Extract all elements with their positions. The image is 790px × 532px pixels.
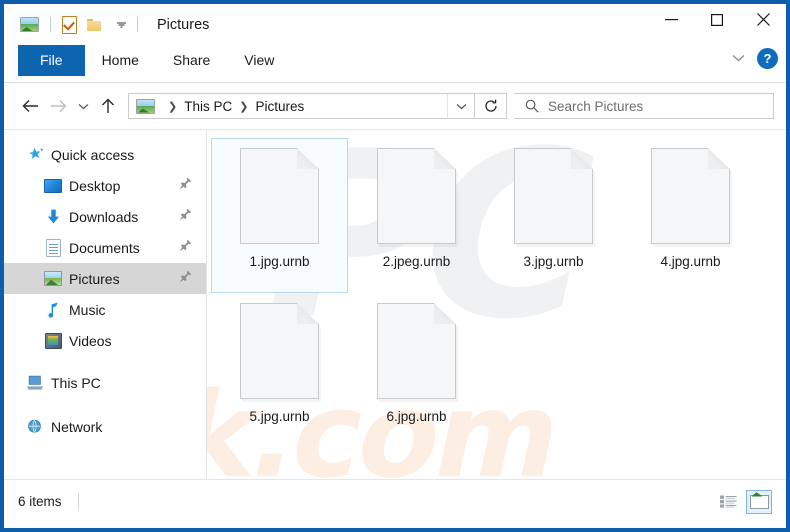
up-button[interactable]	[94, 92, 122, 120]
tab-share[interactable]: Share	[156, 45, 227, 76]
sidebar-item-desktop[interactable]: Desktop	[4, 170, 206, 201]
breadcrumb-this-pc[interactable]: This PC	[184, 99, 232, 114]
star-icon	[26, 146, 44, 164]
network-icon	[26, 418, 44, 436]
breadcrumb-separator-1[interactable]: ❯	[168, 100, 177, 113]
chevron-down-icon[interactable]	[114, 16, 128, 34]
sidebar-label-quick-access: Quick access	[51, 146, 135, 163]
view-mode-buttons	[715, 489, 772, 514]
details-view-button[interactable]	[715, 490, 741, 514]
thumbnail-icon	[749, 494, 769, 509]
search-icon	[525, 99, 539, 113]
pin-icon-documents[interactable]	[179, 239, 192, 257]
file-item[interactable]: 2.jpeg.urnb	[348, 138, 485, 293]
close-button[interactable]	[740, 4, 786, 35]
navigation-pane: Quick access Desktop Downloads Documents…	[4, 130, 207, 479]
toolbar-divider	[50, 17, 51, 32]
music-icon	[44, 301, 62, 319]
pin-icon-desktop[interactable]	[179, 177, 192, 195]
window-title: Pictures	[157, 16, 210, 33]
explorer-window: Pictures File Home Share View ? ❯ This P…	[4, 4, 786, 528]
sidebar-label-this-pc: This PC	[51, 374, 101, 391]
documents-icon	[44, 238, 62, 257]
sidebar-label-videos: Videos	[69, 332, 112, 349]
window-controls	[648, 4, 786, 35]
refresh-icon[interactable]	[475, 93, 507, 119]
address-bar[interactable]: ❯ This PC ❯ Pictures	[128, 93, 475, 119]
blank-document-icon	[240, 148, 321, 247]
maximize-button[interactable]	[694, 4, 740, 35]
file-name: 2.jpeg.urnb	[382, 254, 451, 269]
item-count: 6 items	[18, 494, 62, 509]
tab-home[interactable]: Home	[85, 45, 156, 76]
file-name: 5.jpg.urnb	[249, 409, 310, 424]
breadcrumb-separator-2[interactable]: ❯	[239, 100, 248, 113]
blank-document-icon	[240, 303, 321, 402]
videos-icon	[44, 332, 62, 350]
properties-checkmark-icon[interactable]	[58, 14, 80, 36]
file-item[interactable]: 5.jpg.urnb	[211, 293, 348, 448]
ribbon-actions: ?	[727, 47, 778, 69]
sidebar-label-pictures: Pictures	[69, 270, 120, 287]
sidebar-item-this-pc[interactable]: This PC	[4, 367, 206, 398]
collapse-ribbon-chevron-down-icon[interactable]	[727, 47, 749, 69]
search-input[interactable]: Search Pictures	[514, 93, 774, 119]
explorer-body: PC risk.com Quick access Desktop Downloa…	[4, 129, 786, 479]
file-name: 3.jpg.urnb	[523, 254, 584, 269]
file-name: 1.jpg.urnb	[249, 254, 310, 269]
sidebar-label-desktop: Desktop	[69, 177, 121, 194]
address-bar-row: ❯ This PC ❯ Pictures Search Pictures	[4, 83, 786, 129]
sidebar-item-videos[interactable]: Videos	[4, 325, 206, 356]
breadcrumb-pictures[interactable]: Pictures	[255, 99, 304, 114]
quick-access-toolbar	[4, 14, 145, 36]
recent-locations-chevron-down-icon[interactable]	[72, 92, 94, 120]
sidebar-item-music[interactable]: Music	[4, 294, 206, 325]
desktop-icon	[44, 177, 62, 195]
file-grid: 1.jpg.urnb 2.jpeg.urnb 3.jpg.urnb 4.jpg.…	[207, 136, 786, 448]
file-list-pane[interactable]: 1.jpg.urnb 2.jpeg.urnb 3.jpg.urnb 4.jpg.…	[207, 130, 786, 479]
sidebar-item-quick-access[interactable]: Quick access	[4, 139, 206, 170]
sidebar-label-documents: Documents	[69, 239, 140, 256]
blank-document-icon	[377, 148, 458, 247]
computer-icon	[26, 374, 44, 392]
ribbon-tab-bar: File Home Share View ?	[4, 45, 786, 82]
address-dropdown-chevron-down-icon[interactable]	[447, 94, 474, 118]
picture-tools-icon[interactable]	[18, 14, 40, 36]
help-button[interactable]: ?	[757, 47, 778, 69]
blank-document-icon	[377, 303, 458, 402]
sidebar-label-downloads: Downloads	[69, 208, 139, 225]
minimize-button[interactable]	[648, 4, 694, 35]
file-name: 4.jpg.urnb	[660, 254, 721, 269]
status-bar: 6 items	[4, 479, 786, 523]
breadcrumb-picture-icon	[136, 98, 155, 114]
toolbar-divider-2	[137, 17, 138, 32]
blank-document-icon	[651, 148, 732, 247]
file-item[interactable]: 1.jpg.urnb	[211, 138, 348, 293]
sidebar-item-pictures[interactable]: Pictures	[4, 263, 206, 294]
search-placeholder: Search Pictures	[548, 98, 644, 114]
file-item[interactable]: 6.jpg.urnb	[348, 293, 485, 448]
file-item[interactable]: 4.jpg.urnb	[622, 138, 759, 293]
blank-document-icon	[514, 148, 595, 247]
back-button[interactable]	[16, 92, 44, 120]
file-name: 6.jpg.urnb	[386, 409, 447, 424]
list-icon	[719, 495, 737, 508]
pictures-icon	[44, 270, 62, 288]
tab-view[interactable]: View	[227, 45, 291, 76]
pin-icon-pictures[interactable]	[179, 270, 192, 288]
large-icons-view-button[interactable]	[746, 489, 772, 514]
sidebar-item-downloads[interactable]: Downloads	[4, 201, 206, 232]
title-bar: Pictures	[4, 4, 786, 45]
download-icon	[44, 208, 62, 226]
forward-button[interactable]	[44, 92, 72, 120]
sidebar-label-network: Network	[51, 418, 103, 435]
folder-icon[interactable]	[83, 14, 105, 36]
sidebar-item-network[interactable]: Network	[4, 411, 206, 442]
status-divider	[77, 493, 79, 510]
file-item[interactable]: 3.jpg.urnb	[485, 138, 622, 293]
pin-icon-downloads[interactable]	[179, 208, 192, 226]
sidebar-label-music: Music	[69, 301, 106, 318]
sidebar-item-documents[interactable]: Documents	[4, 232, 206, 263]
tab-file[interactable]: File	[18, 45, 85, 76]
